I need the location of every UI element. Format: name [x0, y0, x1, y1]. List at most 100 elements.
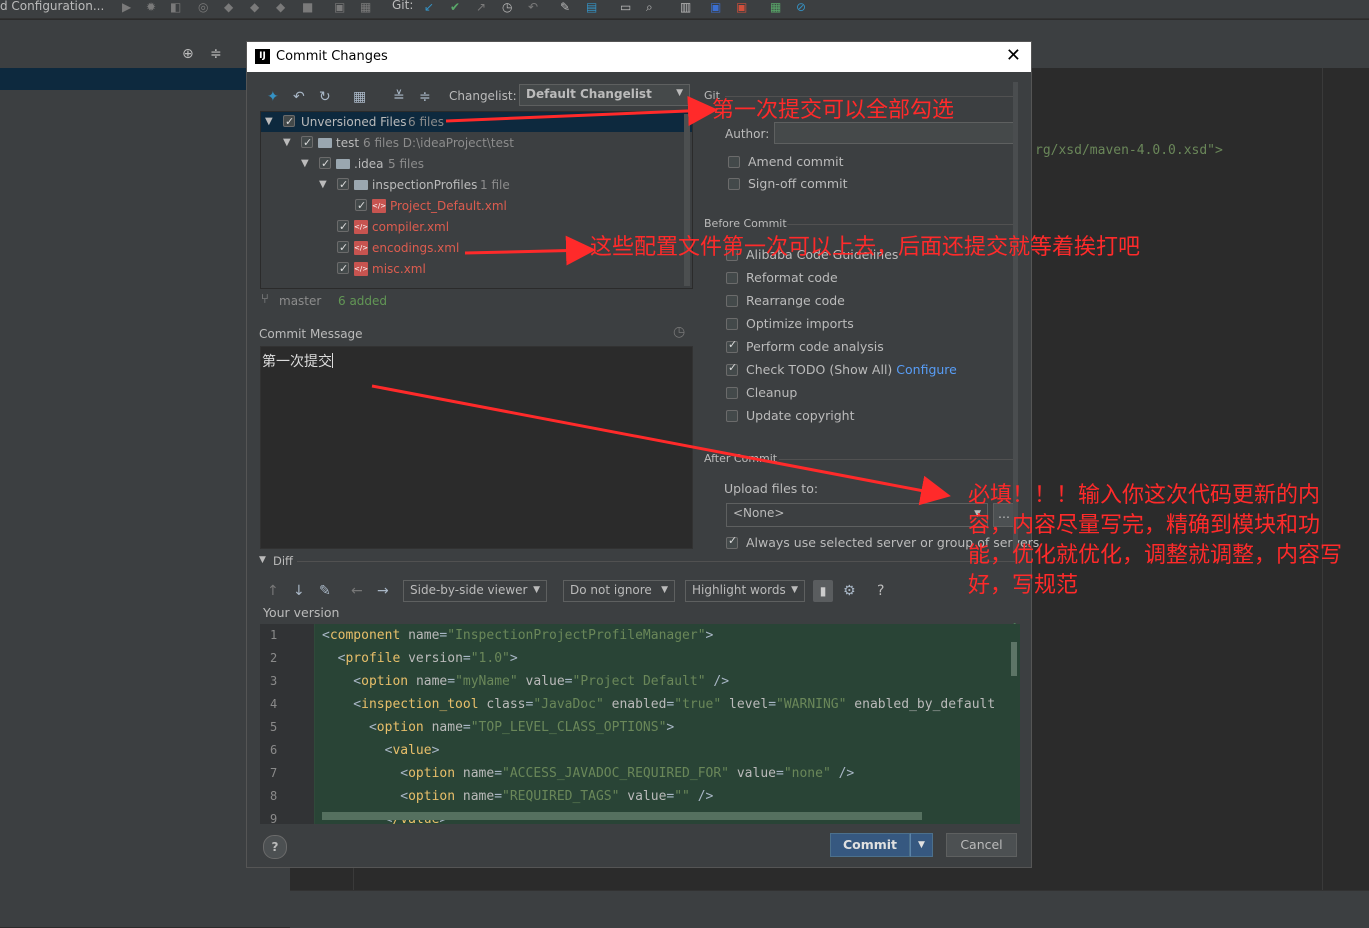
highlight-mode-select[interactable]: Highlight words ▼: [685, 580, 805, 602]
viewer-mode-select[interactable]: Side-by-side viewer ▼: [403, 580, 547, 602]
tree-checkbox[interactable]: [337, 259, 349, 279]
profile-icon[interactable]: ◎: [198, 0, 208, 14]
tree-row-inspection-profiles[interactable]: ▼ inspectionProfiles 1 file: [261, 175, 692, 195]
diff-horizontal-scrollbar[interactable]: [322, 812, 922, 820]
tree-row-test[interactable]: ▼ test 6 files D:\ideaProject\test: [261, 133, 692, 153]
tree-checkbox[interactable]: [355, 196, 367, 216]
amend-commit-checkbox[interactable]: Amend commit: [728, 154, 844, 169]
tree-checkbox[interactable]: [337, 217, 349, 237]
diff-help-icon[interactable]: ?: [877, 583, 884, 599]
translate-icon[interactable]: ▣: [710, 0, 721, 14]
option-label: Perform code analysis: [746, 339, 884, 354]
statistic-icon[interactable]: ▦: [770, 0, 781, 14]
tree-checkbox[interactable]: [319, 154, 331, 174]
run-config-label[interactable]: d Configuration...: [0, 0, 104, 13]
help-button[interactable]: ?: [263, 835, 287, 859]
intellij-logo-icon: IJ: [255, 49, 270, 64]
tree-label: Unversioned Files: [301, 115, 407, 129]
configure-link[interactable]: Configure: [896, 362, 957, 377]
editor-margin-line: [1322, 68, 1323, 890]
next-difference-icon[interactable]: ↓: [293, 583, 305, 599]
ignore-whitespace-select[interactable]: Do not ignore ▼: [563, 580, 675, 602]
git-commit-icon[interactable]: ✔: [450, 0, 460, 14]
build-icon[interactable]: ◆: [224, 0, 233, 14]
tree-checkbox[interactable]: [301, 133, 313, 153]
tree-row-unversioned[interactable]: ▼ Unversioned Files 6 files: [261, 112, 692, 132]
code-line: <inspection_tool class="JavaDoc" enabled…: [322, 697, 996, 712]
rearrange-code-checkbox[interactable]: Rearrange code: [726, 293, 845, 308]
collapse-icon[interactable]: ≑: [210, 46, 222, 62]
stop-icon[interactable]: ■: [302, 0, 313, 14]
diff-section-title[interactable]: Diff: [273, 554, 293, 568]
cleanup-checkbox[interactable]: Cleanup: [726, 385, 797, 400]
commit-button[interactable]: Commit: [830, 833, 910, 857]
search-icon[interactable]: ⌕: [646, 0, 653, 14]
locate-icon[interactable]: ⊕: [182, 46, 194, 62]
diff-vertical-scrollbar[interactable]: [1011, 642, 1017, 676]
show-diff-icon[interactable]: ✦: [267, 89, 279, 105]
check-todo-checkbox[interactable]: Check TODO (Show All) Configure: [726, 361, 957, 377]
commit-options-button[interactable]: ▼: [910, 833, 933, 857]
settings-wrench-icon[interactable]: ✎: [560, 0, 570, 14]
update-copyright-checkbox[interactable]: Update copyright: [726, 408, 854, 423]
expand-all-icon[interactable]: ≚: [393, 89, 405, 105]
git-push-icon[interactable]: ↗: [476, 0, 486, 14]
code-line: <option name="TOP_LEVEL_CLASS_OPTIONS">: [322, 720, 675, 735]
translate-alt-icon[interactable]: ▣: [736, 0, 747, 14]
close-icon[interactable]: ✕: [1006, 45, 1021, 66]
upload-label: Upload files to:: [724, 481, 819, 496]
tree-row-idea[interactable]: ▼ .idea 5 files: [261, 154, 692, 174]
attach-icon[interactable]: ▣: [334, 0, 345, 14]
upload-server-select[interactable]: <None> ▼: [726, 503, 988, 527]
perform-code-analysis-checkbox[interactable]: Perform code analysis: [726, 338, 884, 354]
diff-code-view[interactable]: 1 <component name="InspectionProjectProfi…: [260, 624, 1020, 824]
disable-icon[interactable]: ⊘: [796, 0, 806, 14]
tree-checkbox[interactable]: [337, 238, 349, 258]
deploy-icon[interactable]: ◆: [276, 0, 285, 14]
terminal-icon[interactable]: ▭: [620, 0, 631, 14]
prev-difference-icon[interactable]: ↑: [267, 583, 279, 599]
message-history-icon[interactable]: ◷: [673, 324, 685, 340]
rollback-icon[interactable]: ↶: [293, 89, 305, 105]
refresh-icon[interactable]: ↻: [319, 89, 331, 105]
reformat-code-checkbox[interactable]: Reformat code: [726, 270, 838, 285]
tree-row-file[interactable]: </> Project_Default.xml: [261, 196, 692, 216]
git-update-icon[interactable]: ↙: [424, 0, 434, 14]
option-label: Optimize imports: [746, 316, 854, 331]
run-icon[interactable]: ▶: [122, 0, 131, 14]
changelist-select[interactable]: Default Changelist ▼: [519, 84, 690, 106]
tree-checkbox[interactable]: [283, 112, 295, 132]
gear-icon[interactable]: ⚙: [843, 583, 856, 599]
run-dashboard-icon[interactable]: ▦: [360, 0, 371, 14]
chevron-down-icon[interactable]: ▼: [259, 555, 266, 565]
cancel-button[interactable]: Cancel: [946, 833, 1017, 857]
vcs-icon[interactable]: ▥: [680, 0, 691, 14]
optimize-imports-checkbox[interactable]: Optimize imports: [726, 316, 854, 331]
revert-icon[interactable]: ↶: [528, 0, 538, 14]
chevron-down-icon[interactable]: ▼: [265, 112, 273, 132]
history-icon[interactable]: ◷: [502, 0, 512, 14]
next-file-icon[interactable]: →: [377, 583, 389, 599]
chevron-down-icon[interactable]: ▼: [301, 154, 309, 174]
group-by-icon[interactable]: ▦: [353, 89, 366, 105]
option-label: Check TODO (Show All): [746, 362, 893, 377]
tree-label: Project_Default.xml: [390, 199, 507, 213]
rebuild-icon[interactable]: ◆: [250, 0, 259, 14]
debug-icon[interactable]: ✹: [146, 0, 156, 14]
edit-source-icon[interactable]: ✎: [319, 583, 331, 599]
commit-message-input[interactable]: 第一次提交: [260, 346, 693, 549]
lock-icon[interactable]: ▮: [813, 580, 833, 602]
coverage-icon[interactable]: ◧: [170, 0, 181, 14]
tree-meta: 6 files: [408, 115, 444, 129]
code-line: <component name="InspectionProjectProfil…: [322, 628, 714, 643]
checkbox-box: [726, 361, 738, 376]
tree-checkbox[interactable]: [337, 175, 349, 195]
prev-file-icon[interactable]: ←: [351, 583, 363, 599]
checkbox-box: [726, 272, 738, 284]
project-structure-icon[interactable]: ▤: [586, 0, 597, 14]
chevron-down-icon[interactable]: ▼: [319, 175, 327, 195]
checkbox-box: [726, 338, 738, 353]
chevron-down-icon[interactable]: ▼: [283, 133, 291, 153]
signoff-commit-checkbox[interactable]: Sign-off commit: [728, 176, 848, 191]
collapse-all-icon[interactable]: ≑: [419, 89, 431, 105]
